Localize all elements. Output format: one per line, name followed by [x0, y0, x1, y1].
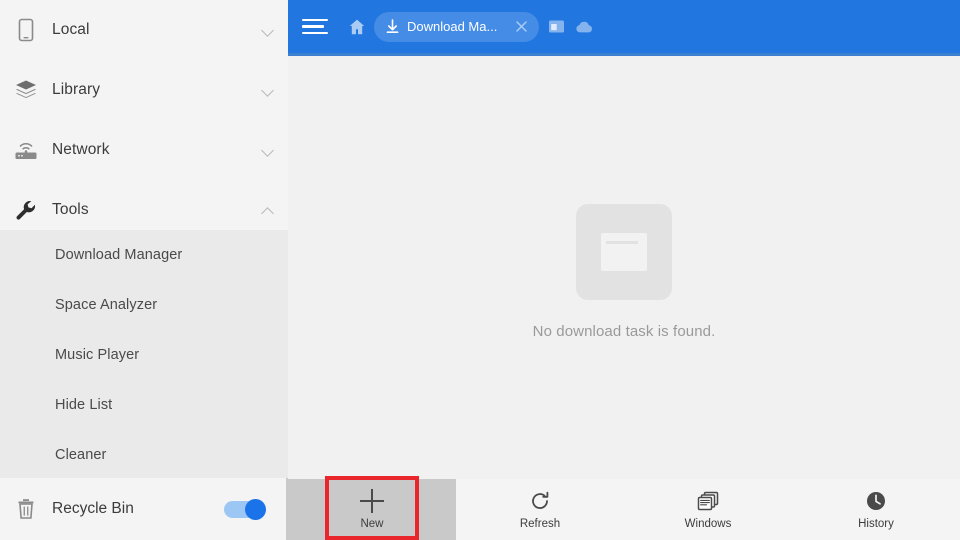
chevron-down-icon[interactable]: [248, 25, 288, 36]
submenu-item-label: Space Analyzer: [55, 297, 158, 313]
refresh-button[interactable]: Refresh: [456, 479, 624, 540]
submenu-item-hide-list[interactable]: Hide List: [0, 380, 288, 430]
empty-state: No download task is found.: [288, 204, 960, 340]
sidebar-item-recycle-bin[interactable]: Recycle Bin: [0, 478, 288, 540]
refresh-button-label: Refresh: [519, 518, 561, 530]
top-header-bar: Download Ma...: [288, 0, 960, 53]
history-button-label: History: [858, 518, 894, 530]
chevron-down-icon[interactable]: [248, 85, 288, 96]
sidebar-item-library[interactable]: Library: [0, 60, 288, 120]
clock-icon: [865, 489, 887, 513]
tab-download-manager[interactable]: Download Ma...: [374, 11, 540, 42]
windows-button-label: Windows: [684, 518, 732, 530]
sidebar-item-local[interactable]: Local: [0, 0, 288, 60]
sidebar-item-label: Tools: [52, 201, 89, 218]
submenu-item-cleaner[interactable]: Cleaner: [0, 430, 288, 480]
sidebar-item-label: Local: [52, 21, 90, 38]
document-shape: [601, 233, 647, 271]
empty-state-message: No download task is found.: [532, 323, 716, 340]
windows-stack-icon: [696, 489, 720, 513]
close-x-icon[interactable]: [509, 15, 533, 39]
wrench-icon: [0, 198, 52, 222]
window-icon[interactable]: [545, 16, 567, 38]
submenu-item-label: Hide List: [55, 397, 113, 413]
hamburger-menu-icon[interactable]: [302, 15, 332, 39]
chevron-up-icon[interactable]: [248, 205, 288, 216]
home-icon[interactable]: [344, 14, 370, 40]
download-arrow-icon: [384, 18, 401, 35]
phone-icon: [0, 18, 52, 42]
windows-button[interactable]: Windows: [624, 479, 792, 540]
history-button[interactable]: History: [792, 479, 960, 540]
sidebar-item-label: Network: [52, 141, 110, 158]
recycle-bin-label: Recycle Bin: [52, 500, 134, 517]
refresh-icon: [529, 489, 551, 513]
tab-title: Download Ma...: [407, 19, 498, 34]
submenu-item-space-analyzer[interactable]: Space Analyzer: [0, 280, 288, 330]
sidebar-item-network[interactable]: Network: [0, 120, 288, 180]
recycle-bin-toggle[interactable]: [224, 498, 266, 520]
submenu-item-label: Cleaner: [55, 447, 107, 463]
submenu-item-download-manager[interactable]: Download Manager: [0, 230, 288, 280]
trash-icon: [0, 497, 52, 521]
sidebar-item-label: Library: [52, 81, 101, 98]
submenu-item-label: Music Player: [55, 347, 140, 363]
layers-icon: [0, 79, 52, 101]
plus-icon: [360, 489, 384, 513]
network-router-icon: [0, 139, 52, 161]
bottom-toolbar: New Refresh Windows History: [288, 479, 960, 540]
empty-folder-document-icon: [576, 204, 672, 300]
tools-submenu: Download Manager Space Analyzer Music Pl…: [0, 230, 288, 478]
submenu-item-label: Download Manager: [55, 247, 183, 263]
cloud-icon[interactable]: [573, 16, 595, 38]
app-root: Local Library Network Tools Download Man…: [0, 0, 960, 540]
new-button[interactable]: New: [288, 479, 456, 540]
new-button-label: New: [360, 518, 384, 530]
submenu-item-music-player[interactable]: Music Player: [0, 330, 288, 380]
main-content-area: No download task is found.: [288, 56, 960, 479]
sidebar: Local Library Network Tools Download Man…: [0, 0, 288, 540]
chevron-down-icon[interactable]: [248, 145, 288, 156]
